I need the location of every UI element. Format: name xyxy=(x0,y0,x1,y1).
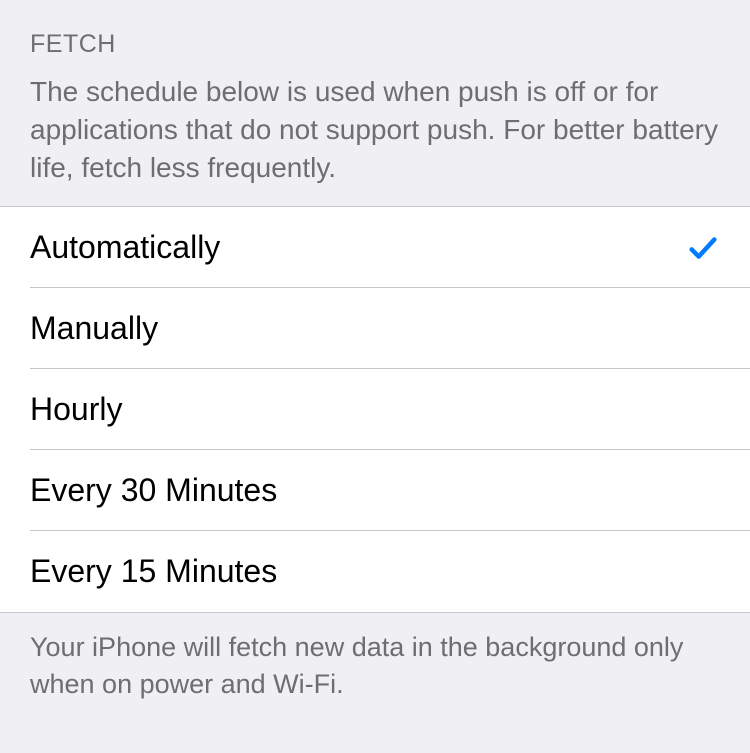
section-header: FETCH xyxy=(0,0,750,73)
option-label: Hourly xyxy=(30,391,122,428)
option-label: Every 15 Minutes xyxy=(30,553,277,590)
option-hourly[interactable]: Hourly xyxy=(0,369,750,450)
option-label: Every 30 Minutes xyxy=(30,472,277,509)
section-footer: Your iPhone will fetch new data in the b… xyxy=(0,613,750,722)
checkmark-icon xyxy=(686,231,720,265)
section-description: The schedule below is used when push is … xyxy=(0,73,750,206)
fetch-section: FETCH The schedule below is used when pu… xyxy=(0,0,750,722)
option-manually[interactable]: Manually xyxy=(0,288,750,369)
option-every-30-minutes[interactable]: Every 30 Minutes xyxy=(0,450,750,531)
option-every-15-minutes[interactable]: Every 15 Minutes xyxy=(0,531,750,612)
option-label: Manually xyxy=(30,310,158,347)
fetch-options-list: Automatically Manually Hourly xyxy=(0,206,750,613)
option-automatically[interactable]: Automatically xyxy=(0,207,750,288)
option-label: Automatically xyxy=(30,229,220,266)
